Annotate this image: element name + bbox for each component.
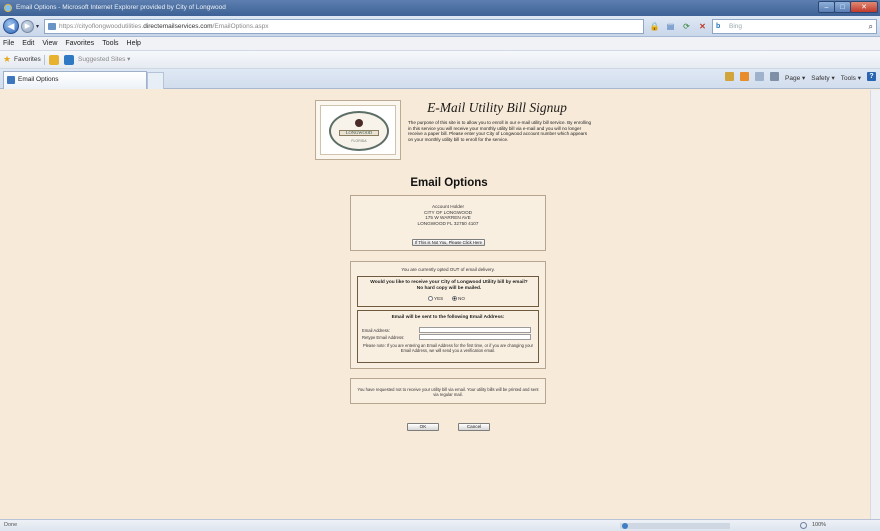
retype-email-field[interactable] xyxy=(419,334,531,340)
email-address-field[interactable] xyxy=(419,327,531,333)
yes-radio[interactable]: YES xyxy=(428,296,443,302)
optout-status-text: You are currently opted OUT of email del… xyxy=(401,267,495,272)
city-seal-icon: LONGWOOD FLORIDA xyxy=(329,111,389,151)
url-path: /EmailOptions.aspx xyxy=(212,23,269,30)
signup-description: The purpose of this site is to allow you… xyxy=(408,120,592,142)
seal-city-name: LONGWOOD xyxy=(339,130,379,136)
ie-logo-icon xyxy=(4,4,12,12)
email-address-box: Email will be sent to the following Emai… xyxy=(357,310,539,363)
no-radio[interactable]: NO xyxy=(452,296,465,302)
security-zone xyxy=(620,523,730,529)
retype-email-label: Retype Email Address: xyxy=(362,335,405,340)
refresh-icon[interactable]: ⟳ xyxy=(680,19,693,34)
address-tools: 🔒 ▤ ⟳ ✕ xyxy=(648,19,709,34)
page-title: Email Options xyxy=(410,177,488,189)
no-radio-icon[interactable] xyxy=(452,296,457,302)
print-icon[interactable] xyxy=(770,72,779,81)
menu-help[interactable]: Help xyxy=(127,37,141,50)
safety-menu[interactable]: Safety ▾ xyxy=(811,72,835,86)
status-bar: Done 100% xyxy=(0,519,880,531)
favorites-bar: ★ Favorites Suggested Sites ▾ xyxy=(0,51,880,69)
url-prefix: https://cityoflongwoodutilities. xyxy=(59,23,144,30)
navigation-bar: ◀ ▶ ▾ https://cityoflongwoodutilities.di… xyxy=(0,16,880,37)
paper-bill-notice: You have requested not to receive your u… xyxy=(357,387,539,398)
signup-header: LONGWOOD FLORIDA E-Mail Utility Bill Sig… xyxy=(315,100,591,162)
add-favorite-icon[interactable] xyxy=(49,55,59,65)
yes-radio-icon[interactable] xyxy=(428,296,433,302)
account-holder-panel: Account Holder CITY OF LONGWOOD 175 W WA… xyxy=(350,195,546,251)
zoom-icon[interactable] xyxy=(800,522,807,529)
tab-title: Email Options xyxy=(18,76,59,83)
tools-menu[interactable]: Tools ▾ xyxy=(841,72,861,86)
seal-state-name: FLORIDA xyxy=(351,139,367,143)
window-controls: – □ ✕ xyxy=(818,1,878,13)
home-icon[interactable] xyxy=(725,72,734,81)
back-icon[interactable]: ◀ xyxy=(3,18,19,34)
lock-icon[interactable]: 🔒 xyxy=(648,19,661,34)
email-address-heading: Email will be sent to the following Emai… xyxy=(391,315,505,320)
search-icon[interactable]: ⌕ xyxy=(869,20,873,33)
zoom-level[interactable]: 100% xyxy=(812,520,826,531)
city-logo-frame: LONGWOOD FLORIDA xyxy=(315,100,401,160)
command-bar: Page ▾ Safety ▾ Tools ▾ ? xyxy=(725,72,876,86)
url-host: directemailservices.com xyxy=(143,23,213,30)
status-text: Done xyxy=(4,522,18,528)
email-delivery-panel: You are currently opted OUT of email del… xyxy=(350,261,546,369)
email-address-label: Email Address: xyxy=(362,328,390,333)
seal-emblem xyxy=(355,119,363,127)
suggested-sites-button[interactable]: Suggested Sites ▾ xyxy=(78,51,130,69)
menu-tools[interactable]: Tools xyxy=(102,37,118,50)
signup-title: E-Mail Utility Bill Signup xyxy=(427,100,567,115)
help-icon[interactable]: ? xyxy=(867,72,876,81)
mail-icon[interactable] xyxy=(755,72,764,81)
favorites-button[interactable]: Favorites xyxy=(14,51,41,69)
bing-search-icon: b xyxy=(716,23,721,30)
site-icon xyxy=(48,23,56,30)
yes-label: YES xyxy=(434,296,444,301)
favorites-star-icon[interactable]: ★ xyxy=(3,55,11,64)
new-tab-button[interactable] xyxy=(147,72,164,89)
ok-button[interactable]: OK xyxy=(407,423,439,431)
email-question-box: Would you like to receive your City of L… xyxy=(357,276,539,307)
window-titlebar: Email Options - Microsoft Internet Explo… xyxy=(0,0,880,16)
menu-file[interactable]: File xyxy=(3,37,14,50)
address-bar[interactable]: https://cityoflongwoodutilities.directem… xyxy=(44,19,644,34)
menu-bar: File Edit View Favorites Tools Help xyxy=(0,37,880,51)
feeds-icon[interactable] xyxy=(740,72,749,81)
verification-note: Please note: If you are entering an Emai… xyxy=(363,343,533,353)
not-you-button[interactable]: If This is Not You, Please Click Here xyxy=(412,239,485,246)
menu-edit[interactable]: Edit xyxy=(22,37,34,50)
favorites-divider xyxy=(44,55,45,65)
tab-page-icon xyxy=(7,76,15,84)
cancel-button[interactable]: Cancel xyxy=(458,423,490,431)
search-input[interactable]: b Bing ⌕ xyxy=(712,19,877,34)
email-question: Would you like to receive your City of L… xyxy=(370,280,528,291)
minimize-button[interactable]: – xyxy=(818,1,835,13)
city-logo: LONGWOOD FLORIDA xyxy=(320,105,396,155)
maximize-button[interactable]: □ xyxy=(834,1,851,13)
no-label: NO xyxy=(458,296,465,301)
globe-icon xyxy=(622,523,628,529)
page-viewport: LONGWOOD FLORIDA E-Mail Utility Bill Sig… xyxy=(0,90,870,519)
menu-view[interactable]: View xyxy=(42,37,57,50)
tab-email-options[interactable]: Email Options xyxy=(3,71,147,89)
vertical-scrollbar[interactable] xyxy=(870,90,880,519)
page-menu[interactable]: Page ▾ xyxy=(785,72,805,86)
compat-view-icon[interactable]: ▤ xyxy=(664,19,677,34)
stop-icon[interactable]: ✕ xyxy=(696,19,709,34)
paper-bill-notice-panel: You have requested not to receive your u… xyxy=(350,378,546,404)
tab-row: Email Options Page ▾ Safety ▾ Tools ▾ ? xyxy=(0,69,880,89)
search-placeholder: Bing xyxy=(729,23,743,30)
suggested-sites-icon xyxy=(64,55,74,65)
account-city-line: LONGWOOD FL 32750 4107 xyxy=(417,221,479,227)
recent-pages-dropdown-icon[interactable]: ▾ xyxy=(36,23,39,30)
account-info: Account Holder CITY OF LONGWOOD 175 W WA… xyxy=(351,204,545,227)
menu-favorites[interactable]: Favorites xyxy=(65,37,94,50)
forward-icon[interactable]: ▶ xyxy=(21,20,34,33)
window-title: Email Options - Microsoft Internet Explo… xyxy=(16,4,226,11)
close-button[interactable]: ✕ xyxy=(850,1,878,13)
